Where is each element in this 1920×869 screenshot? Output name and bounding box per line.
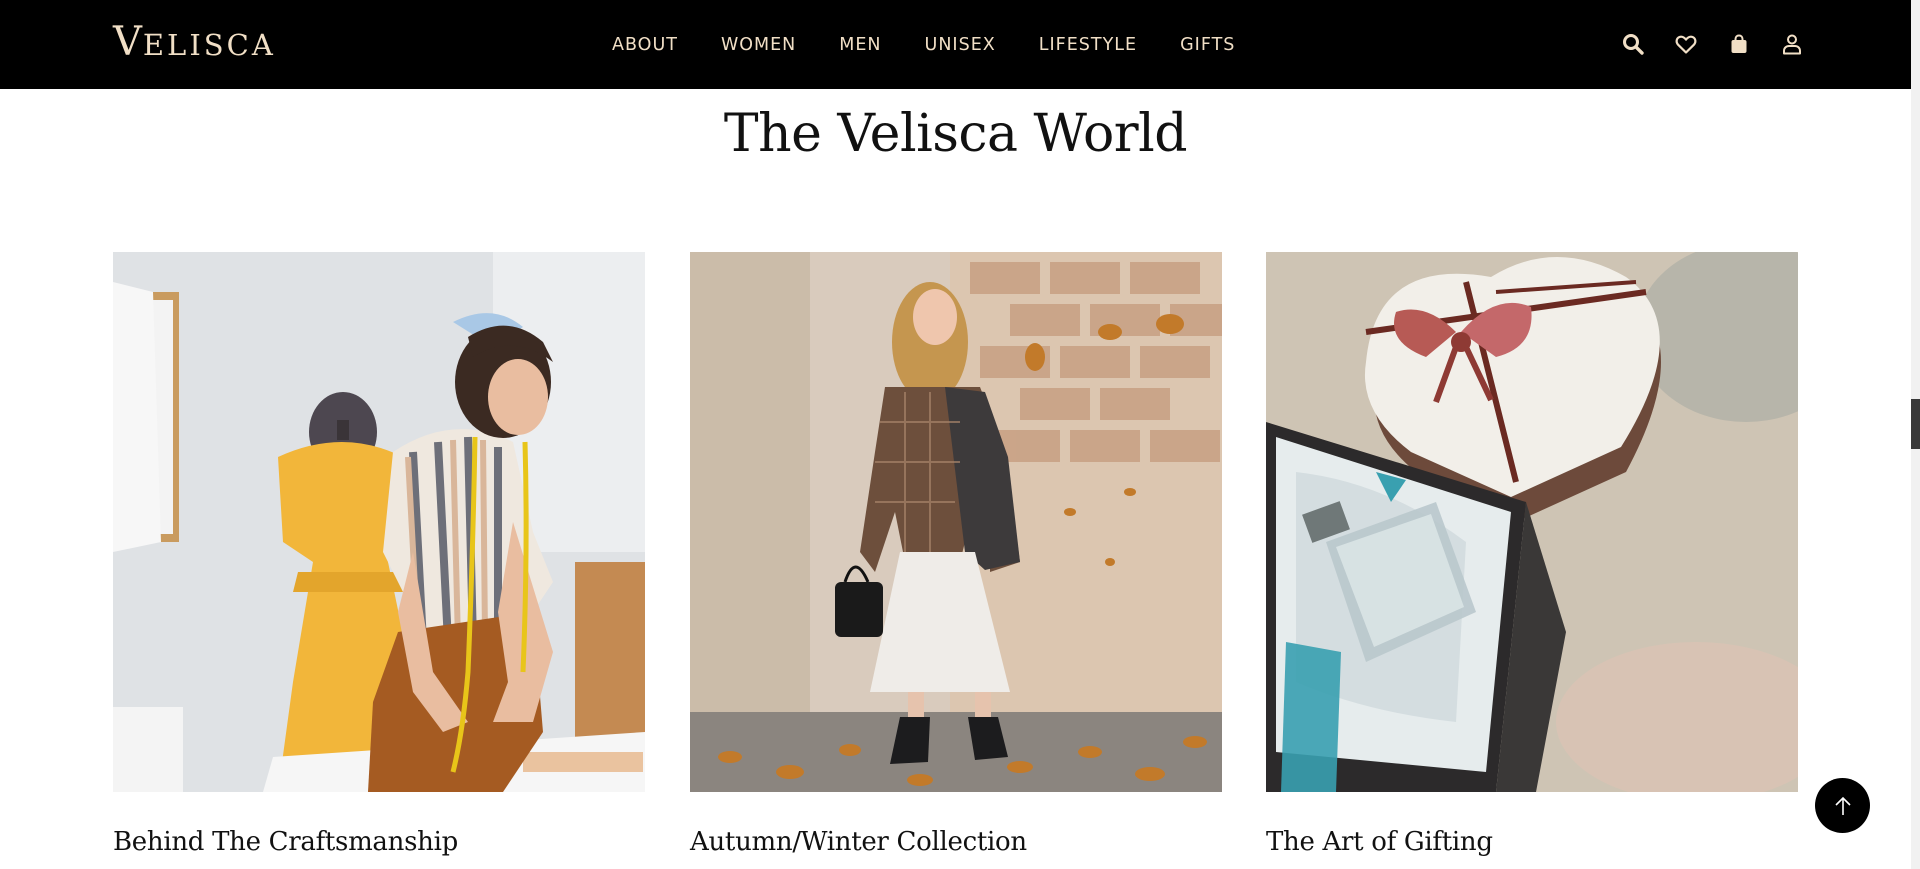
nav-item-men[interactable]: MEN <box>839 35 881 55</box>
section-title: The Velisca World <box>723 104 1188 164</box>
story-card-autumn-winter[interactable]: Autumn/Winter Collection <box>690 252 1222 857</box>
nav-item-lifestyle[interactable]: LIFESTYLE <box>1039 35 1137 55</box>
user-icon[interactable] <box>1775 27 1809 61</box>
autumn-fashion-model-image[interactable] <box>690 252 1222 792</box>
search-icon[interactable] <box>1616 27 1650 61</box>
nav-item-unisex[interactable]: UNISEX <box>925 35 996 55</box>
card-title[interactable]: Autumn/Winter Collection <box>690 827 1027 857</box>
main-nav: ABOUT WOMEN MEN UNISEX LIFESTYLE GIFTS <box>612 0 1278 89</box>
arrow-up-icon <box>1834 796 1851 815</box>
nav-item-about[interactable]: ABOUT <box>612 35 678 55</box>
story-card-gifting[interactable]: The Art of Gifting <box>1266 252 1798 857</box>
header-icons <box>1616 27 1809 61</box>
nav-item-gifts[interactable]: GIFTS <box>1180 35 1235 55</box>
shopping-bag-icon[interactable] <box>1722 27 1756 61</box>
card-title[interactable]: The Art of Gifting <box>1266 827 1493 857</box>
site-header: VELISCA ABOUT WOMEN MEN UNISEX LIFESTYLE… <box>0 0 1911 89</box>
brand-logo[interactable]: VELISCA <box>113 18 276 69</box>
back-to-top-button[interactable] <box>1815 778 1870 833</box>
story-card-craftsmanship[interactable]: Behind The Craftsmanship <box>113 252 645 857</box>
perfume-gift-box-image[interactable] <box>1266 252 1798 792</box>
card-title[interactable]: Behind The Craftsmanship <box>113 827 458 857</box>
nav-item-women[interactable]: WOMEN <box>721 35 796 55</box>
tailor-at-work-image[interactable] <box>113 252 645 792</box>
scrollbar-thumb[interactable] <box>1911 399 1920 449</box>
heart-icon[interactable] <box>1669 27 1703 61</box>
